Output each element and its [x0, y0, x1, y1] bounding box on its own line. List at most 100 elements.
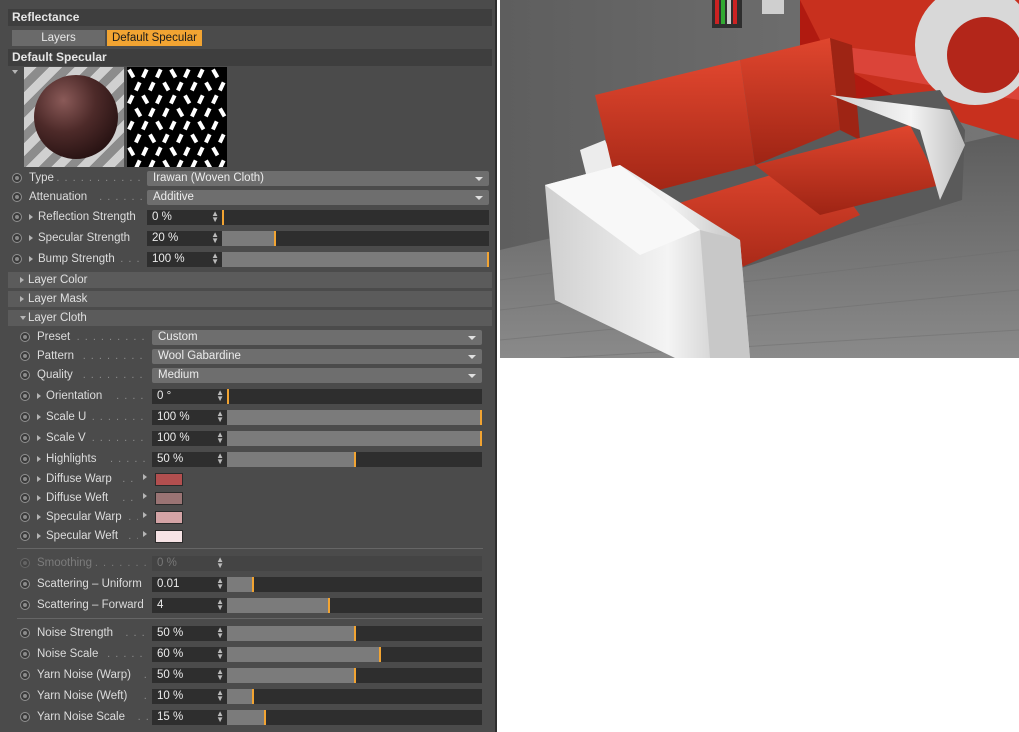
value-slider[interactable] [227, 598, 482, 613]
color-swatch[interactable] [155, 492, 183, 505]
slider-handle[interactable] [353, 452, 356, 467]
stepper-arrows-icon[interactable]: ▲ ▼ [216, 668, 224, 682]
dropdown-select[interactable]: Custom [152, 330, 482, 345]
value-field[interactable]: 100 % ▲ ▼ [147, 252, 222, 267]
color-swatch[interactable] [155, 511, 183, 524]
stepper-arrows-icon[interactable]: ▲ ▼ [216, 452, 224, 466]
stepper-arrows-icon[interactable]: ▲ ▼ [211, 252, 219, 266]
value-slider[interactable] [227, 647, 482, 662]
value-slider[interactable] [222, 210, 489, 225]
expand-triangle-icon[interactable] [37, 495, 41, 501]
animate-keyframe-icon[interactable] [20, 412, 30, 422]
animate-keyframe-icon[interactable] [20, 579, 30, 589]
slider-handle[interactable] [379, 647, 381, 662]
value-slider[interactable] [227, 452, 482, 467]
animate-keyframe-icon[interactable] [20, 558, 30, 568]
section-layer-mask[interactable]: Layer Mask [8, 291, 492, 307]
value-field[interactable]: 0 % ▲ ▼ [147, 210, 222, 225]
expand-triangle-icon[interactable] [37, 476, 41, 482]
slider-handle[interactable] [274, 231, 277, 246]
animate-keyframe-icon[interactable] [12, 192, 22, 202]
expand-triangle-icon[interactable] [37, 533, 41, 539]
animate-keyframe-icon[interactable] [20, 332, 30, 342]
preview-menu-icon[interactable] [12, 70, 18, 74]
value-slider[interactable] [222, 231, 489, 246]
slider-handle[interactable] [353, 626, 356, 641]
animate-keyframe-icon[interactable] [20, 493, 30, 503]
expand-triangle-icon[interactable] [37, 435, 41, 441]
value-field[interactable]: 60 % ▲ ▼ [152, 647, 227, 662]
slider-handle[interactable] [487, 252, 489, 267]
animate-keyframe-icon[interactable] [20, 628, 30, 638]
value-slider[interactable] [227, 410, 482, 425]
animate-keyframe-icon[interactable] [20, 649, 30, 659]
slider-handle[interactable] [353, 668, 356, 683]
value-field[interactable]: 4 ▲ ▼ [152, 598, 227, 613]
color-expand-icon[interactable] [143, 512, 147, 518]
color-swatch[interactable] [155, 473, 183, 486]
animate-keyframe-icon[interactable] [20, 691, 30, 701]
expand-triangle-icon[interactable] [29, 214, 33, 220]
animate-keyframe-icon[interactable] [12, 173, 22, 183]
value-slider[interactable] [227, 668, 482, 683]
value-field[interactable]: 0 % ▲ ▼ [152, 556, 227, 571]
value-field[interactable]: 20 % ▲ ▼ [147, 231, 222, 246]
value-slider[interactable] [227, 556, 482, 571]
value-field[interactable]: 100 % ▲ ▼ [152, 431, 227, 446]
slider-handle[interactable] [480, 410, 482, 425]
value-slider[interactable] [222, 252, 489, 267]
expand-triangle-icon[interactable] [37, 514, 41, 520]
expand-triangle-icon[interactable] [37, 393, 41, 399]
value-field[interactable]: 50 % ▲ ▼ [152, 626, 227, 641]
value-slider[interactable] [227, 577, 482, 592]
stepper-arrows-icon[interactable]: ▲ ▼ [216, 389, 224, 403]
value-field[interactable]: 15 % ▲ ▼ [152, 710, 227, 725]
stepper-arrows-icon[interactable]: ▲ ▼ [216, 710, 224, 724]
expand-triangle-icon[interactable] [37, 456, 41, 462]
value-field[interactable]: 10 % ▲ ▼ [152, 689, 227, 704]
dropdown-select[interactable]: Wool Gabardine [152, 349, 482, 364]
expand-triangle-icon[interactable] [29, 256, 33, 262]
stepper-arrows-icon[interactable]: ▲ ▼ [216, 626, 224, 640]
animate-keyframe-icon[interactable] [20, 351, 30, 361]
slider-handle[interactable] [251, 689, 254, 704]
stepper-arrows-icon[interactable]: ▲ ▼ [216, 647, 224, 661]
color-swatch[interactable] [155, 530, 183, 543]
animate-keyframe-icon[interactable] [12, 233, 22, 243]
stepper-arrows-icon[interactable]: ▲ ▼ [216, 410, 224, 424]
animate-keyframe-icon[interactable] [20, 474, 30, 484]
value-slider[interactable] [227, 689, 482, 704]
slider-handle[interactable] [222, 210, 224, 225]
value-field[interactable]: 50 % ▲ ▼ [152, 452, 227, 467]
value-field[interactable]: 0 ° ▲ ▼ [152, 389, 227, 404]
stepper-arrows-icon[interactable]: ▲ ▼ [211, 231, 219, 245]
animate-keyframe-icon[interactable] [12, 254, 22, 264]
section-layer-cloth[interactable]: Layer Cloth [8, 310, 492, 326]
animate-keyframe-icon[interactable] [20, 531, 30, 541]
stepper-arrows-icon[interactable]: ▲ ▼ [216, 431, 224, 445]
tab-default-specular[interactable]: Default Specular [107, 30, 202, 46]
animate-keyframe-icon[interactable] [20, 370, 30, 380]
value-slider[interactable] [227, 431, 482, 446]
animate-keyframe-icon[interactable] [20, 512, 30, 522]
slider-handle[interactable] [227, 389, 229, 404]
animate-keyframe-icon[interactable] [20, 712, 30, 722]
dropdown-select[interactable]: Irawan (Woven Cloth) [147, 171, 489, 186]
expand-triangle-icon[interactable] [29, 235, 33, 241]
animate-keyframe-icon[interactable] [20, 433, 30, 443]
animate-keyframe-icon[interactable] [20, 391, 30, 401]
slider-handle[interactable] [251, 577, 254, 592]
expand-triangle-icon[interactable] [37, 414, 41, 420]
value-slider[interactable] [227, 710, 482, 725]
animate-keyframe-icon[interactable] [20, 600, 30, 610]
value-field[interactable]: 0.01 ▲ ▼ [152, 577, 227, 592]
stepper-arrows-icon[interactable]: ▲ ▼ [211, 210, 219, 224]
stepper-arrows-icon[interactable]: ▲ ▼ [216, 577, 224, 591]
stepper-arrows-icon[interactable]: ▲ ▼ [216, 556, 224, 570]
dropdown-select[interactable]: Additive [147, 190, 489, 205]
color-expand-icon[interactable] [143, 474, 147, 480]
color-expand-icon[interactable] [143, 493, 147, 499]
animate-keyframe-icon[interactable] [20, 670, 30, 680]
color-expand-icon[interactable] [143, 531, 147, 537]
slider-handle[interactable] [328, 598, 330, 613]
